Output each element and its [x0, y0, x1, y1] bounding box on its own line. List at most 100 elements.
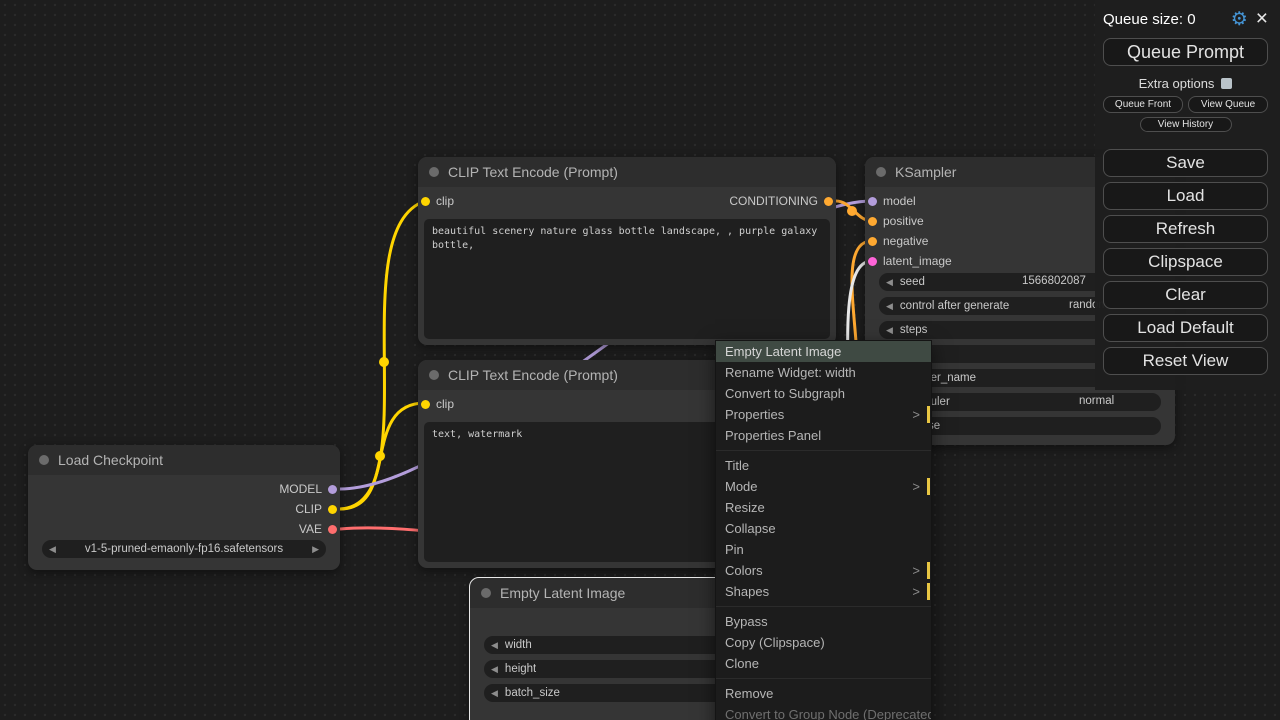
save-button[interactable]: Save [1103, 149, 1268, 177]
input-slot-model[interactable]: model [868, 194, 916, 208]
load-default-button[interactable]: Load Default [1103, 314, 1268, 342]
menu-separator [716, 602, 931, 607]
clip-slot-icon[interactable] [421, 197, 430, 206]
conditioning-slot-icon[interactable] [824, 197, 833, 206]
view-queue-button[interactable]: View Queue [1188, 96, 1268, 113]
slot-label: clip [436, 194, 454, 208]
menu-item-convert-to-group-node[interactable]: Convert to Group Node (Deprecated) [716, 704, 931, 720]
menu-item-mode[interactable]: Mode > [716, 476, 931, 497]
slot-label: CLIP [295, 502, 322, 516]
node-title-bar[interactable]: CLIP Text Encode (Prompt) [418, 157, 836, 187]
prompt-textarea[interactable]: beautiful scenery nature glass bottle la… [424, 219, 830, 339]
increment-arrow-icon[interactable]: ▶ [312, 544, 319, 555]
slot-label: clip [436, 397, 454, 411]
decrement-arrow-icon[interactable]: ◀ [49, 544, 56, 555]
model-slot-icon[interactable] [868, 197, 877, 206]
menu-item-shapes[interactable]: Shapes > [716, 581, 931, 602]
node-title: Empty Latent Image [500, 585, 625, 601]
menu-item-clone[interactable]: Clone [716, 653, 931, 674]
context-menu-title[interactable]: Empty Latent Image [716, 341, 931, 362]
node-graph-canvas[interactable]: CLIP Text Encode (Prompt) clip CONDITION… [0, 0, 1280, 720]
input-slot-clip[interactable]: clip [421, 397, 454, 411]
slot-label: model [883, 194, 916, 208]
context-menu: Empty Latent Image Rename Widget: width … [715, 340, 932, 720]
conditioning-slot-icon[interactable] [868, 217, 877, 226]
submenu-marker-icon [927, 562, 930, 579]
collapse-dot-icon[interactable] [481, 588, 491, 598]
settings-gear-icon[interactable]: ⚙ [1231, 8, 1248, 31]
submenu-arrow-icon: > [912, 404, 920, 425]
ckpt-name-widget[interactable]: ◀ v1-5-pruned-emaonly-fp16.safetensors ▶ [42, 540, 326, 558]
decrement-arrow-icon[interactable]: ◀ [886, 325, 893, 336]
menu-item-rename-widget[interactable]: Rename Widget: width [716, 362, 931, 383]
submenu-marker-icon [927, 406, 930, 423]
reset-view-button[interactable]: Reset View [1103, 347, 1268, 375]
submenu-arrow-icon: > [912, 476, 920, 497]
menu-item-copy-clipspace[interactable]: Copy (Clipspace) [716, 632, 931, 653]
slot-label: CONDITIONING [729, 194, 818, 208]
input-slot-negative[interactable]: negative [868, 234, 928, 248]
collapse-dot-icon[interactable] [876, 167, 886, 177]
node-clip-text-encode-positive[interactable]: CLIP Text Encode (Prompt) clip CONDITION… [418, 157, 836, 345]
decrement-arrow-icon[interactable]: ◀ [491, 688, 498, 699]
output-slot-clip[interactable]: CLIP [295, 502, 337, 516]
node-load-checkpoint[interactable]: Load Checkpoint MODEL CLIP VAE ◀ v1-5-pr… [28, 445, 340, 570]
node-title: CLIP Text Encode (Prompt) [448, 367, 618, 383]
close-icon[interactable]: × [1256, 10, 1268, 28]
decrement-arrow-icon[interactable]: ◀ [491, 640, 498, 651]
refresh-button[interactable]: Refresh [1103, 215, 1268, 243]
clipspace-button[interactable]: Clipspace [1103, 248, 1268, 276]
slot-label: negative [883, 234, 928, 248]
collapse-dot-icon[interactable] [429, 370, 439, 380]
menu-item-resize[interactable]: Resize [716, 497, 931, 518]
clear-button[interactable]: Clear [1103, 281, 1268, 309]
decrement-arrow-icon[interactable]: ◀ [886, 301, 893, 312]
collapse-dot-icon[interactable] [39, 455, 49, 465]
node-title: Load Checkpoint [58, 452, 163, 468]
extra-options-checkbox[interactable] [1221, 78, 1232, 89]
queue-front-button[interactable]: Queue Front [1103, 96, 1183, 113]
node-title-bar[interactable]: Load Checkpoint [28, 445, 340, 475]
menu-item-properties-panel[interactable]: Properties Panel [716, 425, 931, 446]
model-slot-icon[interactable] [328, 485, 337, 494]
input-slot-latent-image[interactable]: latent_image [868, 254, 952, 268]
latent-slot-icon[interactable] [868, 257, 877, 266]
clip-slot-icon[interactable] [421, 400, 430, 409]
vae-slot-icon[interactable] [328, 525, 337, 534]
output-slot-vae[interactable]: VAE [299, 522, 337, 536]
output-slot-model[interactable]: MODEL [279, 482, 337, 496]
wire-clip-negative [340, 403, 425, 509]
node-title: CLIP Text Encode (Prompt) [448, 164, 618, 180]
output-slot-conditioning[interactable]: CONDITIONING [729, 194, 833, 208]
input-slot-positive[interactable]: positive [868, 214, 924, 228]
slot-label: latent_image [883, 254, 952, 268]
slot-label: MODEL [279, 482, 322, 496]
menu-item-convert-to-subgraph[interactable]: Convert to Subgraph [716, 383, 931, 404]
menu-item-properties[interactable]: Properties > [716, 404, 931, 425]
input-slot-clip[interactable]: clip [421, 194, 454, 208]
clip-slot-icon[interactable] [328, 505, 337, 514]
load-button[interactable]: Load [1103, 182, 1268, 210]
decrement-arrow-icon[interactable]: ◀ [886, 277, 893, 288]
submenu-arrow-icon: > [912, 581, 920, 602]
conditioning-slot-icon[interactable] [868, 237, 877, 246]
view-history-button[interactable]: View History [1140, 117, 1232, 132]
submenu-arrow-icon: > [912, 560, 920, 581]
menu-item-title[interactable]: Title [716, 455, 931, 476]
menu-item-collapse[interactable]: Collapse [716, 518, 931, 539]
slot-label: VAE [299, 522, 322, 536]
queue-prompt-button[interactable]: Queue Prompt [1103, 38, 1268, 66]
link-dot-clip-1 [379, 357, 389, 367]
menu-item-remove[interactable]: Remove [716, 683, 931, 704]
submenu-marker-icon [927, 478, 930, 495]
menu-separator [716, 446, 931, 451]
menu-item-pin[interactable]: Pin [716, 539, 931, 560]
menu-item-colors[interactable]: Colors > [716, 560, 931, 581]
collapse-dot-icon[interactable] [429, 167, 439, 177]
node-title: KSampler [895, 164, 956, 180]
link-dot-cond-1 [847, 206, 857, 216]
comfy-menu-panel: Queue size: 0 ⚙ × Queue Prompt Extra opt… [1095, 0, 1280, 390]
decrement-arrow-icon[interactable]: ◀ [491, 664, 498, 675]
wire-clip-positive [340, 201, 425, 509]
menu-item-bypass[interactable]: Bypass [716, 611, 931, 632]
